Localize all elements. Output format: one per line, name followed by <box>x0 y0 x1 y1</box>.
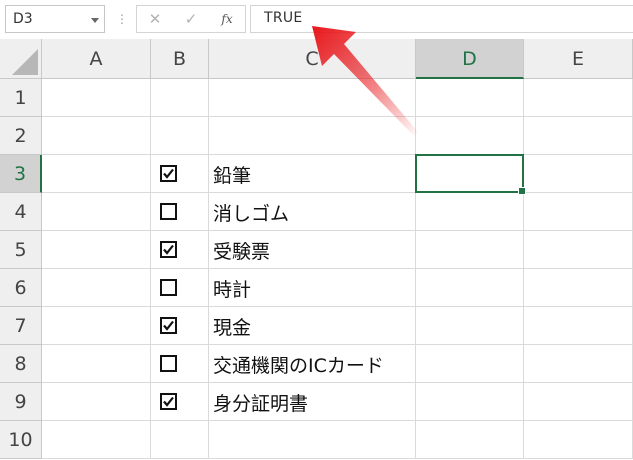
cell-e9[interactable] <box>524 383 633 421</box>
cell-a8[interactable] <box>42 345 151 383</box>
cell-c5[interactable]: 受験票 <box>209 231 416 269</box>
cell-d4[interactable] <box>416 193 524 231</box>
row-header-5[interactable]: 5 <box>0 231 42 269</box>
cell-text: 受験票 <box>213 241 271 263</box>
cell-b3[interactable] <box>151 155 209 193</box>
cell-b8[interactable] <box>151 345 209 383</box>
column-header-c[interactable]: C <box>209 39 416 79</box>
cell-a5[interactable] <box>42 231 151 269</box>
cell-b4[interactable] <box>151 193 209 231</box>
cell-a2[interactable] <box>42 117 151 155</box>
cell-text: 現金 <box>213 317 252 339</box>
check-icon <box>163 168 174 179</box>
row-header-2[interactable]: 2 <box>0 117 42 155</box>
grip-icon: ⋮ <box>116 12 128 26</box>
cell-c3[interactable]: 鉛筆 <box>209 155 416 193</box>
cell-a10[interactable] <box>42 421 151 459</box>
cell-e6[interactable] <box>524 269 633 307</box>
check-icon <box>163 244 174 255</box>
cell-d2[interactable] <box>416 117 524 155</box>
cell-c8[interactable]: 交通機関のICカード <box>209 345 416 383</box>
cell-a7[interactable] <box>42 307 151 345</box>
name-box-value: D3 <box>13 11 33 27</box>
checkbox-checked[interactable] <box>160 317 177 334</box>
row-header-4[interactable]: 4 <box>0 193 42 231</box>
cell-e7[interactable] <box>524 307 633 345</box>
column-header-e[interactable]: E <box>524 39 633 79</box>
formula-input[interactable]: TRUE <box>250 5 633 33</box>
cell-b5[interactable] <box>151 231 209 269</box>
select-all-icon <box>12 49 38 75</box>
row-header-1[interactable]: 1 <box>0 79 42 117</box>
cell-e3[interactable] <box>524 155 633 193</box>
cell-e8[interactable] <box>524 345 633 383</box>
cell-a6[interactable] <box>42 269 151 307</box>
cell-c9[interactable]: 身分証明書 <box>209 383 416 421</box>
cell-e10[interactable] <box>524 421 633 459</box>
checkbox-unchecked[interactable] <box>160 355 177 372</box>
worksheet-grid: A B C D E 1 2 3 鉛筆 4 消しゴム 5 受験票 6 時計 7 現金 8 交通機関のICカード 9 身分証… <box>0 39 633 460</box>
cell-text: 身分証明書 <box>213 393 309 415</box>
cell-b1[interactable] <box>151 79 209 117</box>
row-header-3[interactable]: 3 <box>0 155 42 193</box>
checkbox-checked[interactable] <box>160 165 177 182</box>
cell-d5[interactable] <box>416 231 524 269</box>
column-header-d[interactable]: D <box>416 39 524 79</box>
cell-d1[interactable] <box>416 79 524 117</box>
checkbox-unchecked[interactable] <box>160 279 177 296</box>
cell-d10[interactable] <box>416 421 524 459</box>
cell-b2[interactable] <box>151 117 209 155</box>
cell-a1[interactable] <box>42 79 151 117</box>
check-icon <box>163 396 174 407</box>
formula-bar: D3 ⋮ ✕ ✓ fx TRUE <box>0 0 633 39</box>
cell-a3[interactable] <box>42 155 151 193</box>
cell-a4[interactable] <box>42 193 151 231</box>
close-icon[interactable]: ✕ <box>143 9 167 29</box>
select-all-button[interactable] <box>0 39 42 79</box>
checkbox-unchecked[interactable] <box>160 203 177 220</box>
cell-b9[interactable] <box>151 383 209 421</box>
cell-e4[interactable] <box>524 193 633 231</box>
cell-d6[interactable] <box>416 269 524 307</box>
row-header-8[interactable]: 8 <box>0 345 42 383</box>
checkbox-checked[interactable] <box>160 241 177 258</box>
check-icon[interactable]: ✓ <box>179 9 203 29</box>
cell-c10[interactable] <box>209 421 416 459</box>
column-header-a[interactable]: A <box>42 39 151 79</box>
cell-e5[interactable] <box>524 231 633 269</box>
cell-text: 時計 <box>213 279 252 301</box>
name-box[interactable]: D3 <box>5 5 105 33</box>
cell-d7[interactable] <box>416 307 524 345</box>
cell-c1[interactable] <box>209 79 416 117</box>
cell-b7[interactable] <box>151 307 209 345</box>
row-header-9[interactable]: 9 <box>0 383 42 421</box>
spreadsheet-window: D3 ⋮ ✕ ✓ fx TRUE A B C D E 1 2 3 鉛筆 4 消しゴム 5 受験票 6 時計 7… <box>0 0 633 460</box>
cell-c4[interactable]: 消しゴム <box>209 193 416 231</box>
check-icon <box>163 320 174 331</box>
cell-text: 交通機関のICカード <box>213 355 384 377</box>
function-icon[interactable]: fx <box>215 9 239 29</box>
cell-e1[interactable] <box>524 79 633 117</box>
cell-text: 鉛筆 <box>213 165 252 187</box>
cell-b10[interactable] <box>151 421 209 459</box>
cell-e2[interactable] <box>524 117 633 155</box>
cell-c2[interactable] <box>209 117 416 155</box>
cell-d3[interactable] <box>416 155 524 193</box>
column-header-b[interactable]: B <box>151 39 209 79</box>
formula-value: TRUE <box>264 10 303 26</box>
chevron-down-icon[interactable] <box>91 18 99 23</box>
cell-a9[interactable] <box>42 383 151 421</box>
cell-d8[interactable] <box>416 345 524 383</box>
row-header-6[interactable]: 6 <box>0 269 42 307</box>
row-header-7[interactable]: 7 <box>0 307 42 345</box>
cell-d9[interactable] <box>416 383 524 421</box>
cell-text: 消しゴム <box>213 203 290 225</box>
cell-c7[interactable]: 現金 <box>209 307 416 345</box>
formula-buttons: ✕ ✓ fx <box>136 5 246 33</box>
cell-b6[interactable] <box>151 269 209 307</box>
checkbox-checked[interactable] <box>160 393 177 410</box>
cell-c6[interactable]: 時計 <box>209 269 416 307</box>
row-header-10[interactable]: 10 <box>0 421 42 459</box>
